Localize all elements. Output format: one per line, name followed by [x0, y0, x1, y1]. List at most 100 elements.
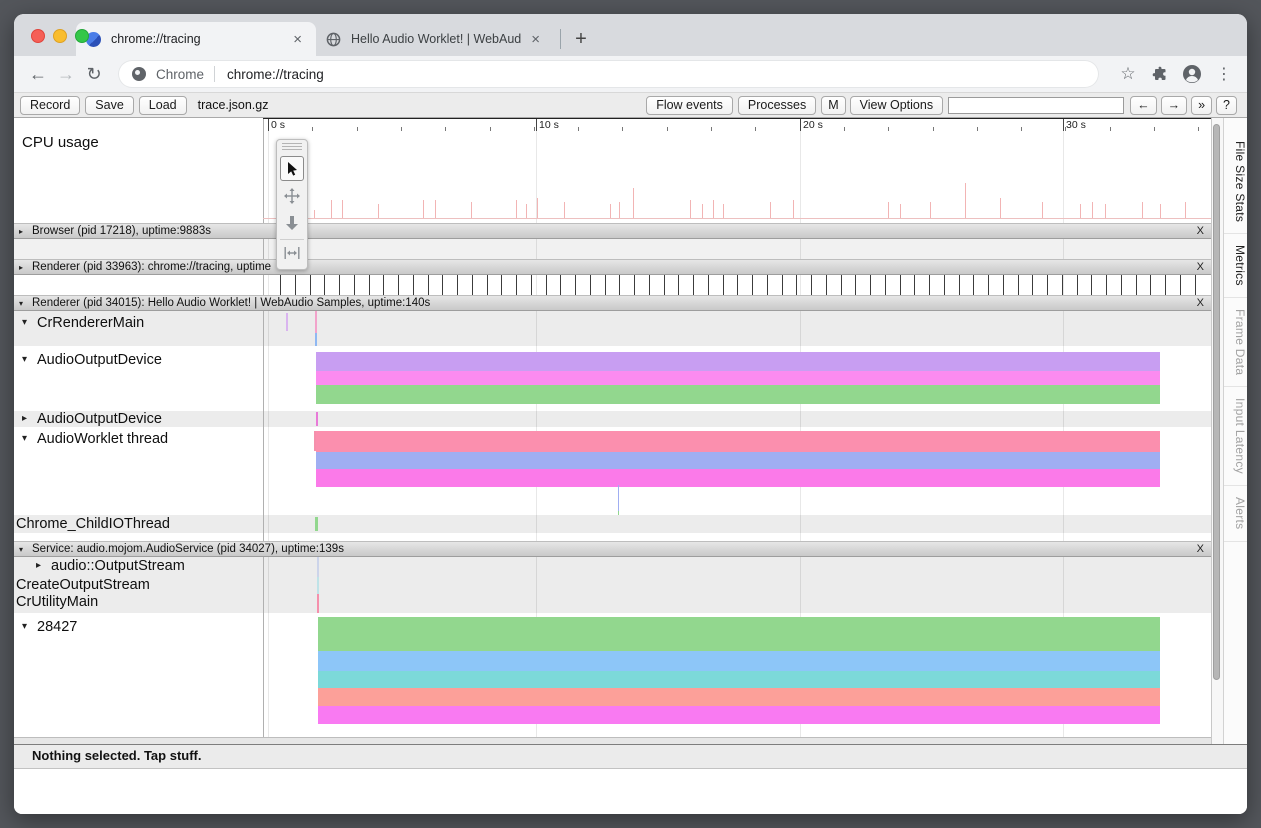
cpu-usage-row: CPU usage — [14, 131, 1211, 223]
process-header-audio-service[interactable]: ▾ Service: audio.mojom.AudioService (pid… — [14, 541, 1211, 557]
thread-name: CrRendererMain — [37, 315, 144, 331]
crrenderermain-track[interactable] — [263, 311, 1211, 346]
thread-label-28427[interactable]: ▾ 28427 — [14, 613, 263, 737]
zoom-tool-button[interactable] — [280, 210, 304, 235]
close-track-button[interactable]: X — [1197, 543, 1204, 555]
analysis-side-tabs: File Size Stats Metrics Frame Data Input… — [1223, 118, 1247, 744]
browser-window: chrome://tracing × Hello Audio Worklet! … — [14, 14, 1247, 814]
thread-name: 28427 — [37, 619, 77, 635]
load-button[interactable]: Load — [139, 96, 187, 115]
pan-tool-button[interactable] — [280, 183, 304, 208]
scrollbar-thumb[interactable] — [1213, 124, 1220, 680]
thread-row-audioworklet: ▾ AudioWorklet thread — [14, 427, 1211, 515]
close-track-button[interactable]: X — [1197, 261, 1204, 273]
browser-track[interactable] — [263, 239, 1211, 259]
cpu-usage-label: CPU usage — [14, 131, 263, 223]
ruler-tick-label: 10 s — [539, 119, 559, 131]
horizontal-scrollbar[interactable] — [14, 737, 1211, 744]
tab-close-icon[interactable]: × — [289, 31, 306, 48]
profile-avatar-icon[interactable] — [1179, 61, 1205, 87]
renderer-tracing-track[interactable] — [263, 275, 1211, 295]
bookmark-star-icon[interactable]: ☆ — [1115, 61, 1141, 87]
tab-close-icon[interactable]: × — [527, 31, 544, 48]
expand-triangle-icon: ▾ — [22, 315, 37, 328]
forward-button[interactable]: → — [52, 60, 80, 88]
crutilitymain-track[interactable] — [263, 594, 1211, 613]
view-options-button[interactable]: View Options — [850, 96, 943, 115]
trace-filename: trace.json.gz — [198, 98, 269, 112]
process-title: Service: audio.mojom.AudioService (pid 3… — [32, 543, 344, 555]
thread-row-28427: ▾ 28427 — [14, 613, 1211, 737]
address-bar[interactable]: Chrome chrome://tracing — [118, 60, 1099, 88]
tab-tracing[interactable]: chrome://tracing × — [76, 22, 316, 56]
process-title: Renderer (pid 34015): Hello Audio Workle… — [32, 297, 430, 309]
thread-label-outputstream[interactable]: ▸ audio::OutputStream — [14, 557, 263, 577]
navigation-bar: ← → ↻ Chrome chrome://tracing ☆ ⋮ — [14, 56, 1247, 92]
analysis-result-area — [14, 769, 1247, 814]
metrics-button[interactable]: M — [821, 96, 845, 115]
palette-drag-handle[interactable] — [282, 143, 302, 152]
timing-tool-button[interactable] — [280, 239, 304, 264]
processes-button[interactable]: Processes — [738, 96, 816, 115]
new-tab-button[interactable]: + — [567, 25, 595, 53]
more-tools-button[interactable]: » — [1191, 96, 1212, 115]
expand-triangle-icon: ▾ — [19, 545, 32, 554]
expand-triangle-icon: ▾ — [19, 299, 32, 308]
extensions-puzzle-icon[interactable] — [1147, 61, 1173, 87]
main-area: 0 s 10 s 20 s 30 s CPU usage ▸ Browser (… — [14, 118, 1247, 744]
close-track-button[interactable]: X — [1197, 297, 1204, 309]
outputstream-track[interactable] — [263, 557, 1211, 577]
thread-label-crrenderermain[interactable]: ▾ CrRendererMain — [14, 311, 263, 346]
thread-row-crrenderermain: ▾ CrRendererMain — [14, 311, 1211, 346]
thread-label-audioworklet[interactable]: ▾ AudioWorklet thread — [14, 427, 263, 515]
site-info-icon[interactable] — [132, 67, 146, 81]
minimize-window-button[interactable] — [53, 29, 67, 43]
side-tab-input-latency[interactable]: Input Latency — [1224, 387, 1247, 486]
process-header-renderer-tracing[interactable]: ▸ Renderer (pid 33963): chrome://tracing… — [14, 259, 1211, 275]
help-button[interactable]: ? — [1216, 96, 1237, 115]
process-header-renderer-audio[interactable]: ▾ Renderer (pid 34015): Hello Audio Work… — [14, 295, 1211, 311]
selection-tool-button[interactable] — [280, 156, 304, 181]
tab-audio-worklet[interactable]: Hello Audio Worklet! | WebAud × — [316, 22, 554, 56]
find-next-button[interactable]: → — [1161, 96, 1188, 115]
thread-name: CrUtilityMain — [16, 594, 98, 610]
audioworklet-track[interactable] — [263, 427, 1211, 515]
thread-name: AudioOutputDevice — [37, 352, 162, 368]
side-tab-alerts[interactable]: Alerts — [1224, 486, 1247, 541]
createoutputstream-track[interactable] — [263, 577, 1211, 594]
find-previous-button[interactable]: ← — [1130, 96, 1157, 115]
ruler-tick-label: 20 s — [803, 119, 823, 131]
record-button[interactable]: Record — [20, 96, 80, 115]
flow-events-button[interactable]: Flow events — [646, 96, 733, 115]
audiooutputdevice-1-track[interactable] — [263, 346, 1211, 411]
browser-menu-icon[interactable]: ⋮ — [1211, 61, 1237, 87]
thread-name: CreateOutputStream — [16, 577, 150, 593]
thread-label-audiooutputdevice-1[interactable]: ▾ AudioOutputDevice — [14, 346, 263, 411]
vertical-scrollbar[interactable] — [1211, 118, 1223, 744]
close-window-button[interactable] — [31, 29, 45, 43]
thread-label-crutilitymain[interactable]: CrUtilityMain — [14, 594, 263, 613]
timeline-ruler: 0 s 10 s 20 s 30 s — [263, 118, 1211, 131]
side-tab-frame-data[interactable]: Frame Data — [1224, 298, 1247, 387]
collapse-triangle-icon: ▸ — [36, 558, 51, 571]
analysis-panel: Nothing selected. Tap stuff. — [14, 744, 1247, 814]
side-tab-metrics[interactable]: Metrics — [1224, 234, 1247, 298]
thread-label-childiothread[interactable]: Chrome_ChildIOThread — [14, 515, 263, 533]
thread-label-audiooutputdevice-2[interactable]: ▸ AudioOutputDevice — [14, 411, 263, 427]
childiothread-track[interactable] — [263, 515, 1211, 533]
cpu-usage-track[interactable] — [263, 131, 1211, 223]
thread-label-createoutputstream[interactable]: CreateOutputStream — [14, 577, 263, 594]
back-button[interactable]: ← — [24, 60, 52, 88]
save-button[interactable]: Save — [85, 96, 134, 115]
maximize-window-button[interactable] — [75, 29, 89, 43]
desktop: { "chrome": { "tab1_title": "chrome://tr… — [0, 0, 1261, 828]
audiooutputdevice-2-track[interactable] — [263, 411, 1211, 427]
side-tab-file-size-stats[interactable]: File Size Stats — [1224, 130, 1247, 234]
close-track-button[interactable]: X — [1197, 225, 1204, 237]
thread-name: AudioWorklet thread — [37, 431, 168, 447]
reload-button[interactable]: ↻ — [80, 60, 108, 88]
find-input[interactable] — [948, 97, 1124, 114]
thread-28427-track[interactable] — [263, 613, 1211, 737]
process-header-browser[interactable]: ▸ Browser (pid 17218), uptime:9883s X — [14, 223, 1211, 239]
tab-strip: chrome://tracing × Hello Audio Worklet! … — [14, 14, 1247, 56]
